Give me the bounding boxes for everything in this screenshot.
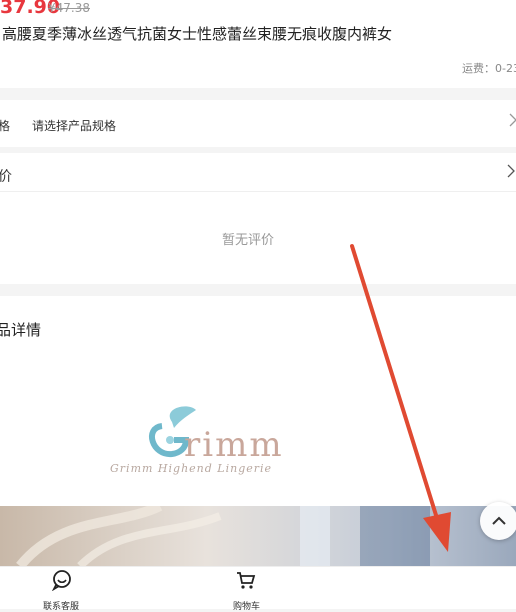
cart-tab[interactable] — [206, 569, 286, 595]
spec-value[interactable]: 请选择产品规格 — [32, 117, 116, 134]
cart-icon — [237, 572, 256, 589]
no-review-text: 暂无评价 — [222, 233, 275, 248]
arrow-up-icon — [492, 516, 506, 525]
review-label[interactable]: 价 — [0, 166, 12, 186]
customer-service-tab[interactable] — [22, 569, 102, 595]
svg-text:Grimm Highend Lingerie: Grimm Highend Lingerie — [110, 462, 272, 475]
detail-title: 品详情 — [0, 321, 42, 339]
scroll-top-button[interactable] — [480, 502, 516, 540]
product-photo — [0, 506, 516, 566]
divider — [0, 191, 516, 192]
svg-text:rimm: rimm — [184, 425, 284, 465]
chevron-right-icon[interactable] — [507, 163, 515, 182]
cart-label[interactable]: 购物车 — [233, 599, 260, 612]
brand-logo: rimm Grimm Highend Lingerie — [100, 400, 400, 480]
chat-bubble-icon — [51, 570, 71, 592]
review-section — [0, 153, 516, 284]
chevron-right-icon[interactable] — [509, 112, 516, 131]
original-price: ¥47.38 — [48, 1, 90, 15]
customer-service-label[interactable]: 联系客服 — [43, 599, 79, 612]
spec-label: 格 — [0, 119, 11, 133]
product-title: 高腰夏季薄冰丝透气抗菌女士性感蕾丝束腰无痕收腹内裤女 — [2, 25, 393, 43]
shipping-fee: 运费：0-23 — [462, 62, 516, 75]
